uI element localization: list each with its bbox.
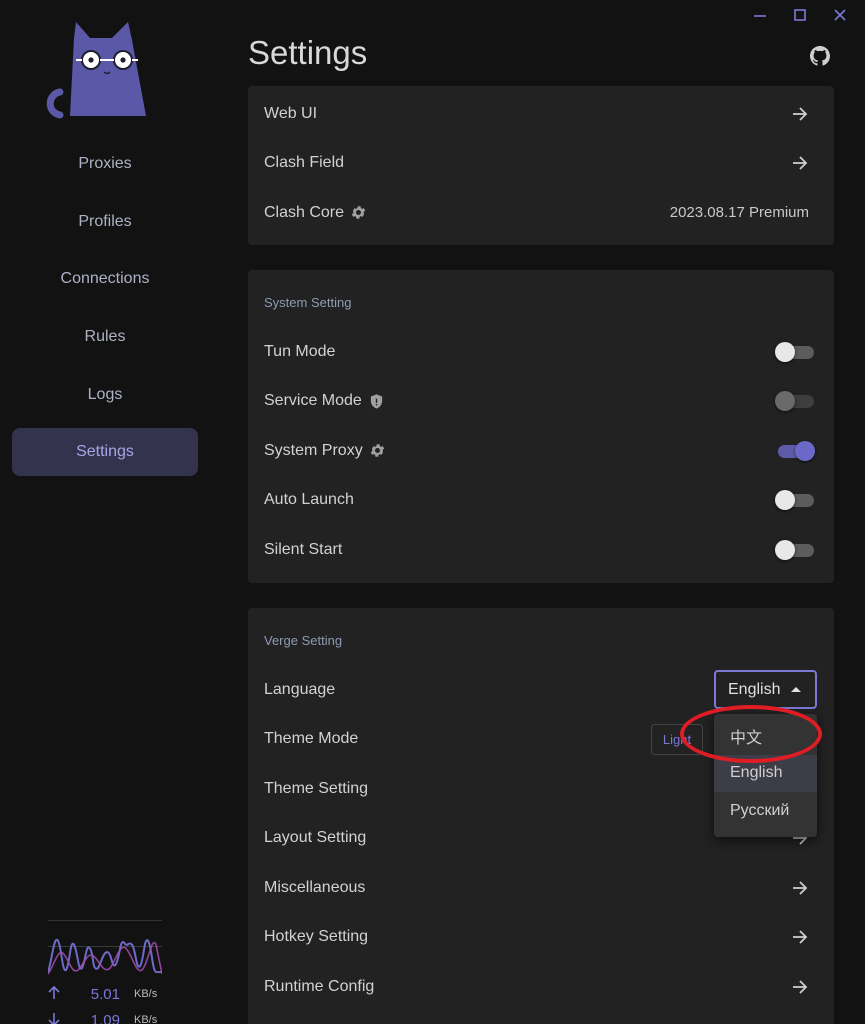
clash-settings-card: Web UI Clash Field Clash Core 2023.08.17…	[248, 86, 834, 245]
upload-speed: 5.01 KB/s	[48, 981, 162, 1007]
language-select[interactable]: English	[714, 670, 817, 709]
download-speed: 1.09 KB/s	[48, 1007, 162, 1024]
language-option-russian[interactable]: Русский	[714, 792, 817, 830]
verge-setting-title: Verge Setting	[264, 633, 343, 648]
gear-icon[interactable]	[350, 204, 367, 221]
clash-core-label: Clash Core	[264, 203, 345, 221]
theme-mode-label: Theme Mode	[264, 730, 359, 748]
auto-launch-label: Auto Launch	[264, 491, 354, 509]
clash-field-row[interactable]: Clash Field	[248, 139, 834, 189]
system-proxy-toggle[interactable]	[775, 440, 815, 461]
sidebar-item-connections[interactable]: Connections	[12, 255, 198, 303]
sidebar-item-settings[interactable]: Settings	[12, 428, 198, 477]
theme-setting-label: Theme Setting	[264, 779, 369, 797]
runtime-config-label: Runtime Config	[264, 977, 375, 995]
sidebar-item-label: Rules	[84, 328, 126, 346]
gear-icon[interactable]	[369, 442, 386, 459]
traffic-monitor[interactable]: 5.01 KB/s 1.09 KB/s	[47, 920, 163, 1024]
language-select-value: English	[728, 680, 781, 698]
system-proxy-row: System Proxy	[248, 426, 834, 476]
arrow-right-icon[interactable]	[790, 927, 810, 947]
close-icon[interactable]	[823, 4, 857, 26]
cat-logo-icon	[46, 22, 146, 119]
miscellaneous-label: Miscellaneous	[264, 878, 366, 896]
web-ui-row[interactable]: Web UI	[248, 89, 834, 139]
web-ui-label: Web UI	[264, 104, 318, 122]
system-setting-card: System Setting Tun Mode Service Mode Sys…	[248, 270, 834, 583]
system-setting-title: System Setting	[264, 295, 352, 310]
download-value: 1.09	[90, 1011, 120, 1024]
caret-up-icon	[791, 687, 801, 692]
sidebar-item-label: Proxies	[78, 155, 132, 172]
service-mode-toggle[interactable]	[775, 391, 815, 412]
arrow-up-icon	[48, 985, 68, 1003]
github-icon[interactable]	[810, 46, 830, 66]
service-mode-row: Service Mode	[248, 377, 834, 427]
sidebar-item-label: Logs	[87, 385, 123, 403]
sidebar-item-proxies[interactable]: Proxies	[12, 140, 198, 188]
arrow-right-icon[interactable]	[790, 153, 810, 173]
sidebar: Proxies Profiles Connections Rules Logs …	[0, 0, 210, 1024]
traffic-graph	[47, 920, 163, 976]
sidebar-item-label: Profiles	[78, 212, 132, 230]
runtime-config-row[interactable]: Runtime Config	[248, 962, 834, 1012]
sidebar-item-logs[interactable]: Logs	[12, 371, 198, 419]
layout-setting-label: Layout Setting	[264, 829, 367, 847]
page-title: Settings	[248, 34, 368, 71]
language-label: Language	[264, 680, 336, 698]
clash-core-version: 2023.08.17 Premium	[669, 204, 809, 222]
hotkey-setting-row[interactable]: Hotkey Setting	[248, 913, 834, 963]
tun-mode-toggle[interactable]	[775, 341, 815, 362]
clash-core-row: Clash Core 2023.08.17 Premium	[248, 188, 834, 238]
arrow-right-icon[interactable]	[790, 977, 810, 997]
sidebar-item-label: Connections	[60, 270, 150, 288]
upload-unit: KB/s	[134, 988, 158, 1000]
sidebar-item-label: Settings	[76, 443, 134, 461]
hotkey-setting-label: Hotkey Setting	[264, 928, 369, 946]
silent-start-row: Silent Start	[248, 525, 834, 575]
window-controls	[743, 4, 857, 26]
system-proxy-label: System Proxy	[264, 441, 363, 459]
maximize-icon[interactable]	[783, 4, 817, 26]
annotation-highlight-ellipse	[680, 705, 822, 763]
arrow-right-icon[interactable]	[790, 878, 810, 898]
clash-field-label: Clash Field	[264, 154, 345, 172]
tun-mode-row: Tun Mode	[248, 327, 834, 377]
minimize-icon[interactable]	[743, 4, 777, 26]
arrow-down-icon	[48, 1012, 68, 1024]
auto-launch-row: Auto Launch	[248, 476, 834, 526]
tun-mode-label: Tun Mode	[264, 342, 336, 360]
upload-value: 5.01	[90, 985, 120, 1003]
download-unit: KB/s	[134, 1014, 158, 1024]
miscellaneous-row[interactable]: Miscellaneous	[248, 863, 834, 913]
silent-start-label: Silent Start	[264, 540, 343, 558]
service-mode-label: Service Mode	[264, 392, 362, 410]
sidebar-item-profiles[interactable]: Profiles	[12, 198, 198, 246]
sidebar-nav: Proxies Profiles Connections Rules Logs …	[12, 140, 198, 486]
shield-icon[interactable]	[368, 393, 385, 410]
auto-launch-toggle[interactable]	[775, 490, 815, 511]
arrow-right-icon[interactable]	[790, 104, 810, 124]
sidebar-item-rules[interactable]: Rules	[12, 313, 198, 361]
silent-start-toggle[interactable]	[775, 539, 815, 560]
